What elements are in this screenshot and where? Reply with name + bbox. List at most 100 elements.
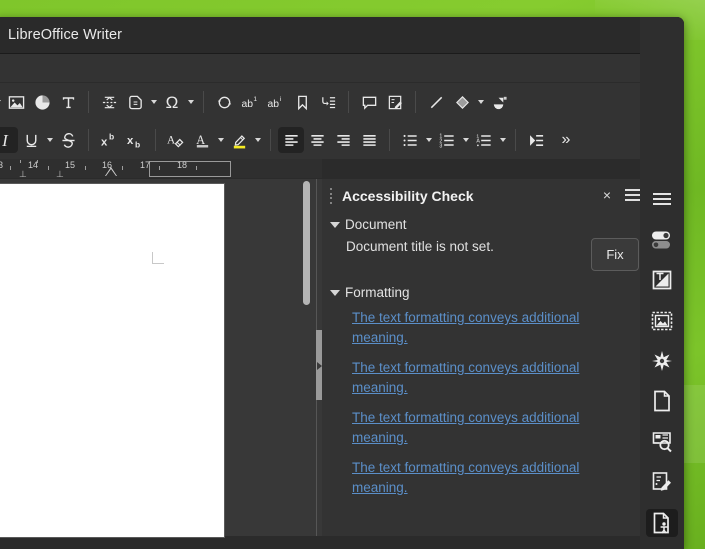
ordered-list-caret[interactable]: [460, 127, 471, 153]
deck-style-inspector-button[interactable]: [646, 428, 678, 456]
outline-list-button[interactable]: 1A: [471, 127, 497, 153]
deck-navigator-button[interactable]: [646, 347, 678, 375]
ruler-tick: [196, 166, 197, 170]
formatting-marks-button[interactable]: [211, 89, 237, 115]
page-break-icon: [101, 94, 118, 111]
chart-pie-icon: [34, 94, 51, 111]
main-area: Accessibility Check × Document Document …: [0, 179, 684, 536]
vertical-scrollbar-thumb[interactable]: [303, 181, 310, 305]
twisty-expanded-icon[interactable]: [330, 222, 340, 228]
issue-link[interactable]: The text formatting conveys additional m…: [352, 358, 602, 397]
document-canvas[interactable]: [0, 179, 322, 536]
insert-bookmark-button[interactable]: [289, 89, 315, 115]
properties-toggle-icon: [650, 230, 674, 250]
basic-shapes-button[interactable]: [449, 89, 475, 115]
draw-functions-icon: [491, 94, 508, 111]
track-changes-button[interactable]: [382, 89, 408, 115]
fix-button[interactable]: Fix: [591, 238, 639, 271]
ruler-tick: [48, 166, 49, 170]
deck-manage-changes-button[interactable]: [646, 468, 678, 496]
align-justified-button[interactable]: [356, 127, 382, 153]
deck-gallery-button[interactable]: [646, 306, 678, 334]
issue-row[interactable]: Document title is not set. Fix: [346, 238, 647, 271]
panel-header: Accessibility Check ×: [322, 179, 647, 213]
increase-indent-button[interactable]: [523, 127, 549, 153]
window-title: LibreOffice Writer: [8, 27, 122, 43]
deck-page-button[interactable]: [646, 387, 678, 415]
svg-text:b: b: [109, 132, 114, 142]
group-document[interactable]: Document: [330, 217, 647, 232]
sidebar-settings-menu-button[interactable]: [646, 185, 678, 213]
insert-special-character-caret[interactable]: [185, 89, 196, 115]
styles-icon: [651, 269, 673, 291]
align-right-button[interactable]: [330, 127, 356, 153]
outline-list-caret[interactable]: [497, 127, 508, 153]
insert-endnote-button[interactable]: abi: [263, 89, 289, 115]
svg-text:3: 3: [439, 143, 442, 149]
unordered-list-button[interactable]: [397, 127, 423, 153]
toolbar-overflow-button[interactable]: »: [555, 131, 577, 149]
page-icon: [652, 390, 672, 412]
panel-title: Accessibility Check: [342, 188, 474, 204]
superscript-button[interactable]: xb: [96, 127, 122, 153]
ruler-tab-stop[interactable]: ⊥: [19, 169, 27, 179]
deck-properties-button[interactable]: [646, 225, 678, 253]
ordered-list-button[interactable]: 123: [434, 127, 460, 153]
clear-formatting-button[interactable]: A: [163, 127, 189, 153]
insert-text-box-button[interactable]: [55, 89, 81, 115]
insert-page-break-button[interactable]: [96, 89, 122, 115]
issue-link[interactable]: The text formatting conveys additional m…: [352, 458, 602, 497]
basic-shapes-caret[interactable]: [475, 89, 486, 115]
align-left-icon: [283, 132, 300, 149]
show-draw-functions-button[interactable]: [486, 89, 512, 115]
issue-link[interactable]: The text formatting conveys additional m…: [352, 308, 602, 347]
insert-footnote-button[interactable]: ab1: [237, 89, 263, 115]
subscript-button[interactable]: xb: [122, 127, 148, 153]
bookmark-icon: [294, 94, 311, 111]
issue-link[interactable]: The text formatting conveys additional m…: [352, 408, 602, 447]
endnote-icon: abi: [267, 94, 286, 111]
underline-button[interactable]: [18, 127, 44, 153]
font-color-button[interactable]: A: [189, 127, 215, 153]
unordered-list-caret[interactable]: [423, 127, 434, 153]
highlight-color-caret[interactable]: [252, 127, 263, 153]
toolbar-separator: [88, 91, 89, 113]
increase-indent-icon: [528, 132, 545, 149]
horizontal-ruler[interactable]: 13 14 15 16 17 18 ⊥ ⊥: [0, 159, 322, 179]
deck-styles-button[interactable]: [646, 266, 678, 294]
underline-caret[interactable]: [44, 127, 55, 153]
font-color-caret[interactable]: [215, 127, 226, 153]
document-page[interactable]: [0, 183, 225, 538]
align-left-button[interactable]: [278, 127, 304, 153]
numbered-list-icon: 123: [439, 132, 456, 149]
insert-special-character-button[interactable]: Ω: [159, 89, 185, 115]
group-formatting-label: Formatting: [345, 285, 410, 300]
insert-image-button[interactable]: [3, 89, 29, 115]
align-center-button[interactable]: [304, 127, 330, 153]
insert-line-button[interactable]: [423, 89, 449, 115]
font-color-icon: A: [194, 132, 211, 149]
panel-close-button[interactable]: ×: [599, 187, 615, 203]
deck-accessibility-check-button[interactable]: [646, 509, 678, 537]
ruler-number: 17: [140, 160, 150, 170]
line-icon: [428, 94, 445, 111]
strikethrough-button[interactable]: [55, 127, 81, 153]
toolbar-separator: [203, 91, 204, 113]
insert-field-caret[interactable]: [148, 89, 159, 115]
insert-field-button[interactable]: [122, 89, 148, 115]
insert-cross-reference-button[interactable]: [315, 89, 341, 115]
twisty-expanded-icon[interactable]: [330, 290, 340, 296]
italic-button[interactable]: I: [0, 127, 18, 153]
group-formatting[interactable]: Formatting: [330, 285, 647, 300]
title-bar: LibreOffice Writer ×: [0, 17, 684, 54]
underline-icon: [23, 132, 40, 149]
ruler-tick: [85, 166, 86, 170]
insert-comment-button[interactable]: [356, 89, 382, 115]
hamburger-icon: [653, 193, 671, 205]
panel-drag-grip[interactable]: [326, 188, 336, 204]
strikethrough-icon: [60, 132, 77, 149]
insert-chart-button[interactable]: [29, 89, 55, 115]
svg-text:x: x: [127, 134, 134, 146]
highlight-color-button[interactable]: [226, 127, 252, 153]
ruler-tab-stop[interactable]: ⊥: [56, 169, 64, 179]
